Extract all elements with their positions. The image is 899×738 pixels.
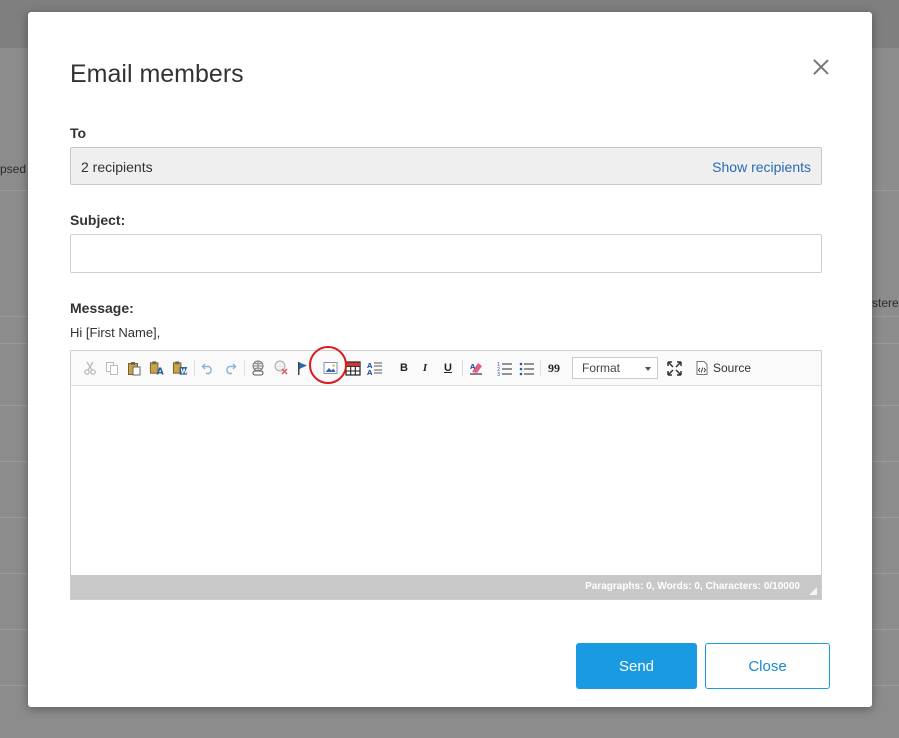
close-icon[interactable] <box>811 57 831 77</box>
editor-toolbar: A W A A B I U A 1 2 3 99 Format Source <box>71 346 821 386</box>
copy-icon[interactable] <box>104 360 120 376</box>
bold-icon[interactable]: B <box>396 360 412 376</box>
anchor-icon[interactable] <box>295 360 311 376</box>
paste-text-icon[interactable]: A <box>149 360 165 376</box>
bulleted-list-icon[interactable] <box>519 360 535 376</box>
toolbar-separator <box>194 360 195 376</box>
maximize-icon[interactable] <box>666 360 682 376</box>
undo-icon[interactable] <box>200 360 216 376</box>
chevron-down-icon <box>645 367 651 371</box>
dialog-title: Email members <box>70 60 244 88</box>
svg-text:W: W <box>180 368 188 376</box>
recipients-count: 2 recipients <box>81 159 153 175</box>
svg-text:A: A <box>367 369 373 376</box>
unlink-icon[interactable] <box>273 360 289 376</box>
image-icon[interactable] <box>322 360 338 376</box>
recipients-field: 2 recipients Show recipients <box>70 147 822 185</box>
link-icon[interactable] <box>250 360 266 376</box>
format-dropdown-value: Format <box>582 361 621 375</box>
italic-icon[interactable]: I <box>417 360 433 376</box>
toolbar-separator <box>244 360 245 376</box>
send-button[interactable]: Send <box>576 643 697 689</box>
numbered-list-icon[interactable]: 123 <box>497 360 513 376</box>
svg-text:A: A <box>470 363 476 371</box>
remove-format-icon[interactable]: A <box>468 360 484 376</box>
source-icon[interactable] <box>694 360 710 376</box>
message-label: Message: <box>70 300 134 316</box>
background-column-fragment: psed <box>0 162 27 176</box>
svg-text:A: A <box>157 367 165 376</box>
email-members-dialog: Email members To 2 recipients Show recip… <box>28 12 872 707</box>
blockquote-icon[interactable]: 99 <box>546 360 562 376</box>
message-greeting: Hi [First Name], <box>70 325 161 340</box>
special-char-icon[interactable]: AA <box>367 360 383 376</box>
paste-word-icon[interactable]: W <box>172 360 188 376</box>
format-dropdown[interactable]: Format <box>572 357 658 379</box>
cut-icon[interactable] <box>82 360 98 376</box>
source-button-label[interactable]: Source <box>713 361 751 375</box>
to-label: To <box>70 125 87 141</box>
paste-icon[interactable] <box>126 360 142 376</box>
svg-text:3: 3 <box>497 372 500 376</box>
underline-icon[interactable]: U <box>440 360 456 376</box>
resize-handle-icon[interactable] <box>809 587 817 595</box>
show-recipients-link[interactable]: Show recipients <box>712 159 811 175</box>
editor-content-area[interactable] <box>71 387 821 575</box>
word-count-status: Paragraphs: 0, Words: 0, Characters: 0/1… <box>585 581 800 592</box>
message-editor: A W A A B I U A 1 2 3 99 Format Source P… <box>70 346 822 600</box>
toolbar-separator <box>540 360 541 376</box>
table-icon[interactable] <box>345 360 361 376</box>
editor-status-bar: Paragraphs: 0, Words: 0, Characters: 0/1… <box>71 575 821 599</box>
subject-label: Subject: <box>70 212 126 228</box>
redo-icon[interactable] <box>222 360 238 376</box>
close-button[interactable]: Close <box>705 643 830 689</box>
toolbar-separator <box>462 360 463 376</box>
background-column-fragment: stere <box>872 296 899 310</box>
subject-input[interactable] <box>70 234 822 273</box>
